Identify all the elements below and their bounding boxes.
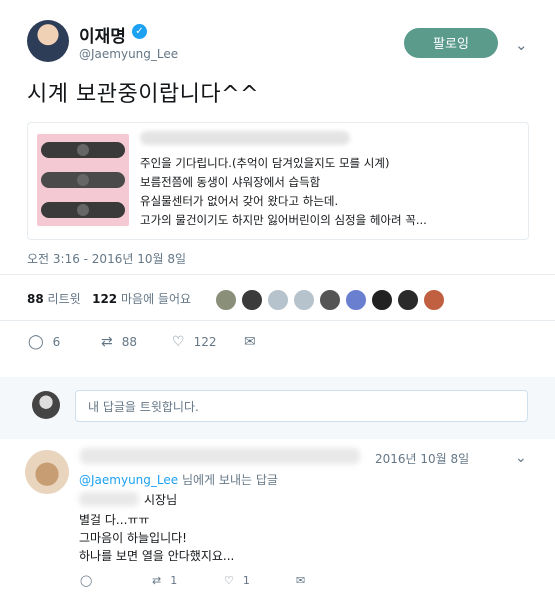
like-stat-label[interactable]: 마음에 들어요 xyxy=(121,292,191,306)
chevron-down-icon[interactable]: ⌄ xyxy=(515,450,527,466)
like-action-count: 122 xyxy=(193,335,217,349)
heart-icon: ♡ xyxy=(172,334,185,350)
quoted-card[interactable]: 주인을 기다립니다.(추억이 담겨있을지도 모를 시계) 보름전쯤에 동생이 샤… xyxy=(27,122,529,240)
like-action[interactable]: ♡ 122 xyxy=(172,334,216,350)
chevron-down-icon[interactable]: ⌄ xyxy=(515,36,528,54)
reply-retweet-count: 1 xyxy=(170,574,178,587)
liker-avatar[interactable] xyxy=(215,289,237,311)
retweet-action[interactable]: ⇄ 88 xyxy=(101,334,137,350)
retweet-stat-label[interactable]: 리트윗 xyxy=(48,292,81,306)
reply-to-handle[interactable]: @Jaemyung_Lee xyxy=(79,473,178,487)
reply-date[interactable]: 2016년 10월 8일 xyxy=(375,450,469,467)
card-line: 주인을 기다립니다.(추억이 담겨있을지도 모를 시계) xyxy=(140,156,390,170)
tweet-stats: 88 리트윗 122 마음에 들어요 xyxy=(27,290,191,307)
reply-to-line: @Jaemyung_Lee 님에게 보내는 답글 xyxy=(79,471,278,488)
reply-dm-action[interactable]: ✉ xyxy=(296,574,305,587)
following-button[interactable]: 팔로잉 xyxy=(404,28,498,58)
envelope-icon: ✉ xyxy=(296,574,306,587)
tweet-timestamp[interactable]: 오전 3:16 - 2016년 10월 8일 xyxy=(27,250,186,267)
liker-avatar[interactable] xyxy=(293,289,315,311)
user-avatar xyxy=(32,391,60,419)
retweet-icon: ⇄ xyxy=(101,334,113,350)
reply-retweet-action[interactable]: ⇄ 1 xyxy=(152,574,177,587)
author-name[interactable]: 이재명 xyxy=(79,22,126,47)
dm-action[interactable]: ✉ xyxy=(244,334,256,350)
reply-line: 별걸 다...ㅠㅠ xyxy=(79,513,150,527)
reply-like-count: 1 xyxy=(242,574,250,587)
blurred-author xyxy=(140,131,350,145)
card-line: 고가의 물건이기도 하지만 잃어버린이의 심정을 헤아려 꼭... xyxy=(140,213,427,227)
author-handle[interactable]: @Jaemyung_Lee xyxy=(79,47,178,61)
reply-to-label: 님에게 보내는 답글 xyxy=(181,473,278,487)
reply-line: 시장님 xyxy=(144,493,178,507)
reply-icon: ◯ xyxy=(80,574,93,587)
envelope-icon: ✉ xyxy=(244,334,256,350)
reply-line: 그마음이 하늘입니다! xyxy=(79,531,187,545)
reply-author-avatar[interactable] xyxy=(25,450,69,494)
liker-avatar[interactable] xyxy=(241,289,263,311)
author-avatar[interactable] xyxy=(27,20,69,62)
verified-icon: ✓ xyxy=(132,24,147,39)
blurred-reply-author xyxy=(80,448,360,464)
retweet-action-count: 88 xyxy=(121,335,138,349)
reply-icon: ◯ xyxy=(28,334,44,350)
liker-avatar[interactable] xyxy=(371,289,393,311)
retweet-count[interactable]: 88 xyxy=(27,292,44,306)
watch-image xyxy=(37,134,129,226)
card-line: 보름전쯤에 동생이 샤워장에서 습득함 xyxy=(140,175,321,189)
like-count[interactable]: 122 xyxy=(92,292,117,306)
heart-icon: ♡ xyxy=(224,574,234,587)
divider xyxy=(0,320,555,321)
liker-avatar[interactable] xyxy=(397,289,419,311)
reply-line: 하나를 보면 열을 안다했지요... xyxy=(79,549,235,563)
reply-action[interactable]: ◯ 6 xyxy=(28,334,60,350)
reply-like-action[interactable]: ♡ 1 xyxy=(224,574,250,587)
reply-reply-action[interactable]: ◯ xyxy=(80,574,101,587)
liker-avatar[interactable] xyxy=(423,289,445,311)
retweet-icon: ⇄ xyxy=(152,574,162,587)
divider xyxy=(0,274,555,275)
card-line: 유실물센터가 없어서 갖어 왔다고 하는데. xyxy=(140,194,339,208)
blurred-name xyxy=(79,492,139,506)
tweet-text: 시계 보관중이랍니다^^ xyxy=(27,82,260,107)
reply-count: 6 xyxy=(52,335,61,349)
liker-avatar[interactable] xyxy=(345,289,367,311)
reply-input[interactable]: 내 답글을 트윗합니다. xyxy=(75,390,528,422)
liker-avatar[interactable] xyxy=(267,289,289,311)
liker-avatar[interactable] xyxy=(319,289,341,311)
